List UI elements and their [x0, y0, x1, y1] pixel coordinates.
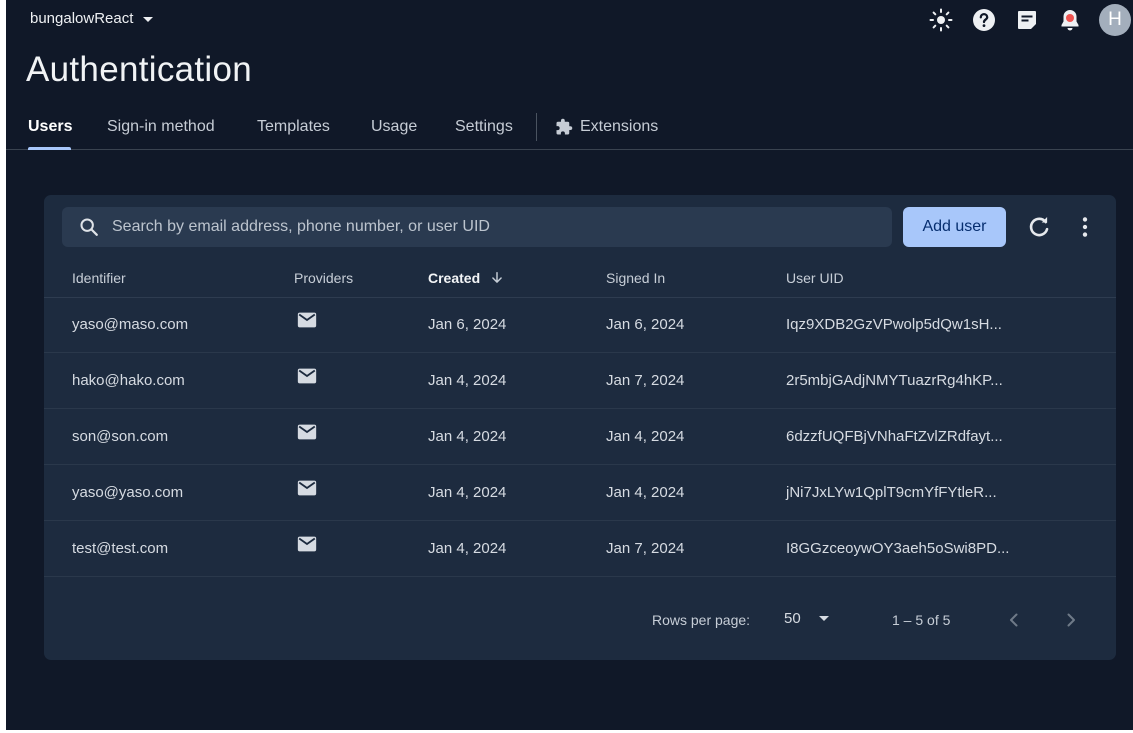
- page-range: 1 – 5 of 5: [892, 612, 951, 628]
- top-icons: H: [913, 4, 1133, 36]
- email-icon: [297, 536, 317, 552]
- email-icon: [297, 424, 317, 440]
- avatar[interactable]: H: [1099, 4, 1131, 36]
- column-user-uid: User UID: [786, 270, 844, 286]
- pagination: Rows per page: 50 1 – 5 of 5: [44, 580, 1116, 660]
- signed-in-cell: Jan 7, 2024: [606, 372, 685, 389]
- search-icon: [80, 218, 98, 236]
- uid-cell: Iqz9XDB2GzVPwolp5dQw1sH...: [786, 316, 1002, 333]
- uid-cell: 6dzzfUQFBjVNhaFtZvlZRdfayt...: [786, 428, 1003, 445]
- tab-sign-in-method-label: Sign-in method: [107, 118, 215, 135]
- email-icon: [297, 312, 317, 328]
- created-cell: Jan 4, 2024: [428, 372, 507, 389]
- table-row[interactable]: test@test.com Jan 4, 2024 Jan 7, 2024 I8…: [44, 521, 1116, 577]
- more-vert-icon[interactable]: [1072, 214, 1098, 240]
- tab-settings[interactable]: Settings: [455, 118, 513, 136]
- add-user-button[interactable]: Add user: [903, 207, 1006, 247]
- email-icon: [297, 480, 317, 496]
- uid-cell: I8GGzceoywOY3aeh5oSwi8PD...: [786, 540, 1010, 557]
- theme-icon[interactable]: [926, 5, 956, 35]
- tab-bar: Users Sign-in method Templates Usage Set…: [6, 110, 1133, 150]
- table-row[interactable]: yaso@yaso.com Jan 4, 2024 Jan 4, 2024 jN…: [44, 465, 1116, 521]
- signed-in-cell: Jan 4, 2024: [606, 484, 685, 501]
- tab-divider: [536, 113, 537, 141]
- chevron-right-icon[interactable]: [1059, 608, 1083, 632]
- tab-users[interactable]: Users: [28, 118, 72, 136]
- column-providers: Providers: [294, 270, 354, 286]
- table-row[interactable]: yaso@maso.com Jan 6, 2024 Jan 6, 2024 Iq…: [44, 297, 1116, 353]
- chevron-down-icon: [143, 17, 154, 22]
- column-identifier: Identifier: [72, 270, 126, 286]
- signed-in-cell: Jan 6, 2024: [606, 316, 685, 333]
- project-name: bungalowReact: [30, 10, 134, 27]
- identifier-cell: hako@hako.com: [72, 372, 185, 389]
- app-window: bungalowReact H Authentication Users Sig…: [6, 0, 1133, 730]
- tab-extensions[interactable]: Extensions: [555, 118, 658, 136]
- tab-extensions-label: Extensions: [580, 118, 659, 135]
- uid-cell: jNi7JxLYw1QplT9cmYfFYtleR...: [786, 484, 997, 501]
- chevron-down-icon: [818, 616, 829, 621]
- created-cell: Jan 4, 2024: [428, 540, 507, 557]
- refresh-icon[interactable]: [1026, 214, 1052, 240]
- table-row[interactable]: son@son.com Jan 4, 2024 Jan 4, 2024 6dzz…: [44, 409, 1116, 465]
- users-card: Add user Identifier Providers Created Si…: [44, 195, 1116, 660]
- avatar-initial: H: [1108, 9, 1122, 30]
- rows-per-page-value: 50: [784, 610, 801, 627]
- tab-users-label: Users: [28, 118, 73, 135]
- notifications-icon[interactable]: [1055, 5, 1085, 35]
- column-created-label: Created: [428, 270, 481, 286]
- identifier-cell: son@son.com: [72, 428, 169, 445]
- puzzle-icon: [556, 118, 573, 135]
- identifier-cell: test@test.com: [72, 540, 169, 557]
- rows-per-page-select[interactable]: 50: [784, 610, 829, 627]
- column-signed-in: Signed In: [606, 270, 666, 286]
- notes-icon[interactable]: [1012, 5, 1042, 35]
- table-header: Identifier Providers Created Signed In U…: [44, 257, 1116, 298]
- search-bar: [62, 207, 892, 247]
- created-cell: Jan 4, 2024: [428, 428, 507, 445]
- rows-per-page-label: Rows per page:: [652, 612, 751, 628]
- signed-in-cell: Jan 4, 2024: [606, 428, 685, 445]
- project-selector[interactable]: bungalowReact: [30, 10, 154, 27]
- tab-usage-label: Usage: [371, 118, 418, 135]
- table-body: yaso@maso.com Jan 6, 2024 Jan 6, 2024 Iq…: [44, 297, 1116, 577]
- signed-in-cell: Jan 7, 2024: [606, 540, 685, 557]
- page-title: Authentication: [26, 50, 253, 89]
- identifier-cell: yaso@yaso.com: [72, 484, 184, 501]
- tab-settings-label: Settings: [455, 118, 513, 135]
- chevron-left-icon[interactable]: [1002, 608, 1026, 632]
- active-tab-indicator: [28, 147, 71, 150]
- uid-cell: 2r5mbjGAdjNMYTuazrRg4hKP...: [786, 372, 1003, 389]
- arrow-down-icon: [492, 272, 502, 283]
- created-cell: Jan 6, 2024: [428, 316, 507, 333]
- created-cell: Jan 4, 2024: [428, 484, 507, 501]
- table-row[interactable]: hako@hako.com Jan 4, 2024 Jan 7, 2024 2r…: [44, 353, 1116, 409]
- tab-sign-in-method[interactable]: Sign-in method: [107, 118, 215, 136]
- top-bar: bungalowReact H: [6, 0, 1133, 38]
- tab-usage[interactable]: Usage: [371, 118, 417, 136]
- help-icon[interactable]: [969, 5, 999, 35]
- identifier-cell: yaso@maso.com: [72, 316, 189, 333]
- tab-templates[interactable]: Templates: [257, 118, 330, 136]
- column-created[interactable]: Created: [428, 270, 504, 286]
- tab-templates-label: Templates: [257, 118, 330, 135]
- search-input[interactable]: [110, 217, 874, 237]
- email-icon: [297, 368, 317, 384]
